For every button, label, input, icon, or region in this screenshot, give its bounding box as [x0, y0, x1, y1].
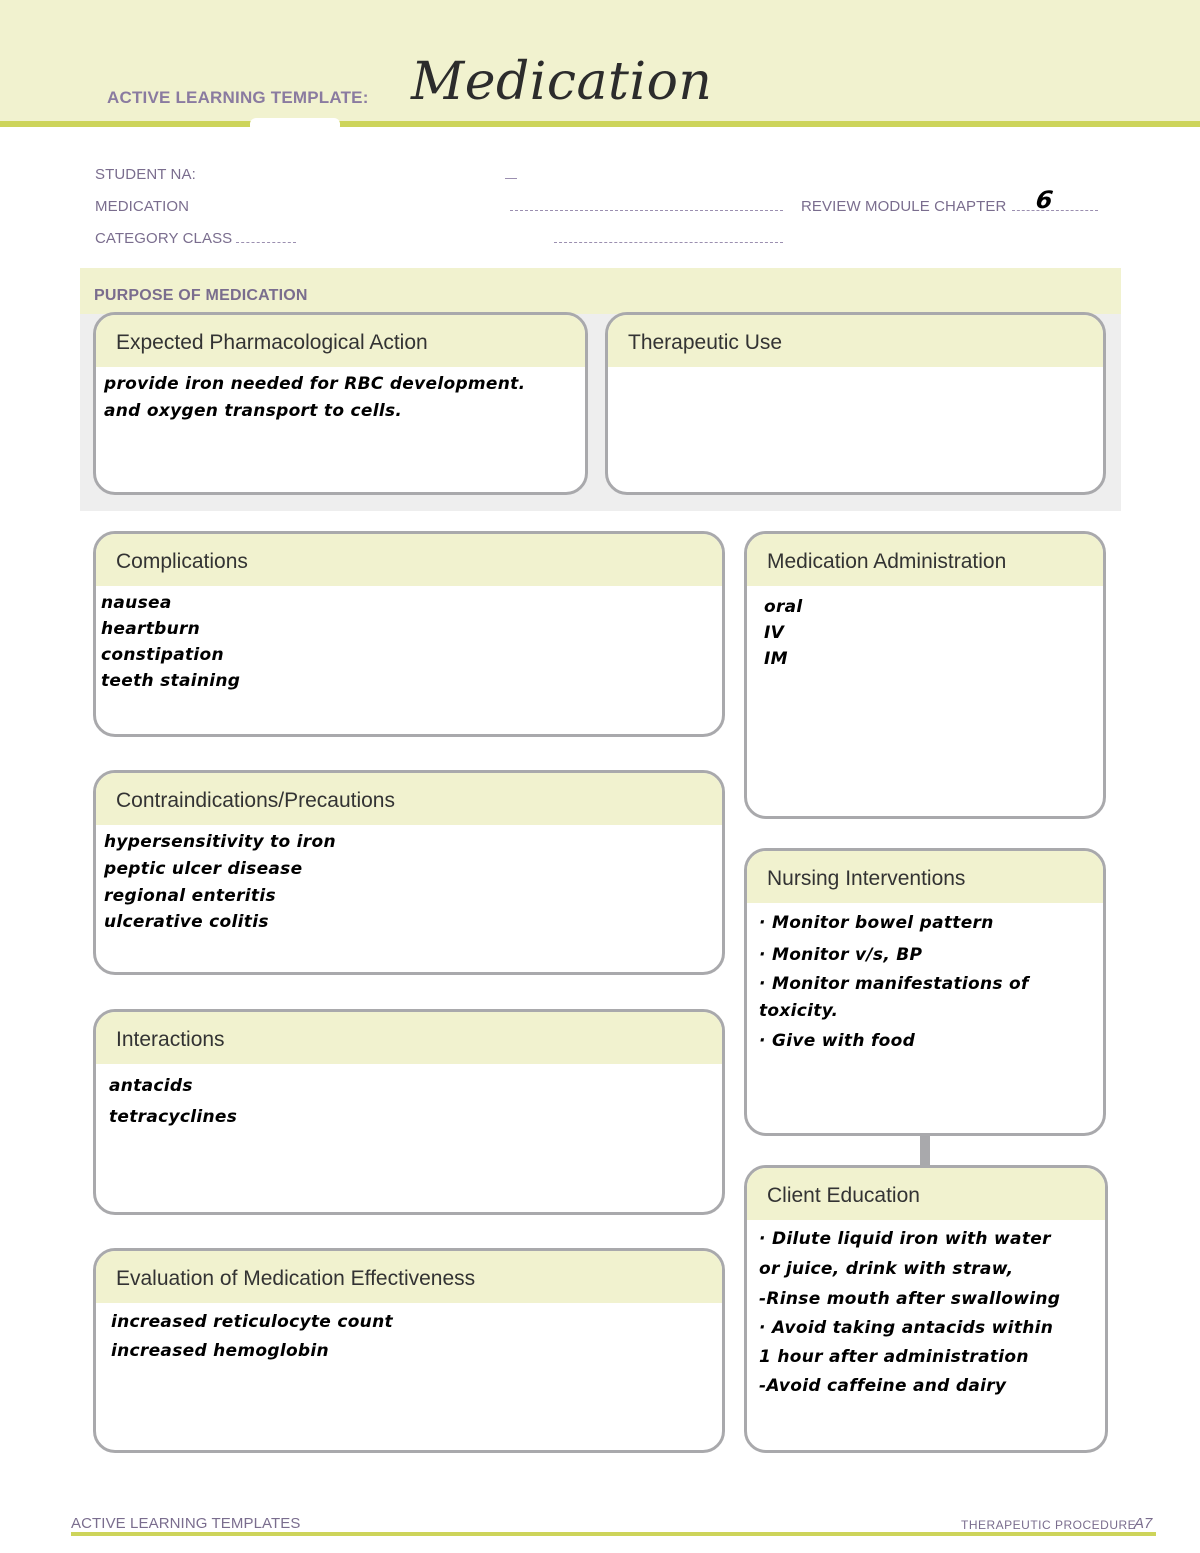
card-body[interactable]: · Dilute liquid iron with water or juice… [747, 1220, 1105, 1401]
medication-line[interactable] [510, 210, 783, 211]
card-body[interactable]: antacids tetracyclines [96, 1064, 722, 1131]
review-module-chapter-line[interactable] [1012, 210, 1098, 211]
card-body[interactable]: · Monitor bowel pattern · Monitor v/s, B… [747, 903, 1103, 1057]
handwritten-line: and oxygen transport to cells. [104, 401, 403, 421]
card-body[interactable]: nausea heartburn constipation teeth stai… [96, 586, 722, 694]
handwritten-line: · Monitor manifestations of [759, 974, 1029, 994]
footer-rule [71, 1532, 1156, 1536]
card-heading: Therapeutic Use [608, 315, 1103, 367]
handwritten-line: tetracyclines [109, 1107, 238, 1127]
handwritten-line: · Give with food [759, 1031, 916, 1051]
card-complications: Complications nausea heartburn constipat… [93, 531, 725, 737]
category-class-label: CATEGORY CLASS [95, 230, 233, 247]
handwritten-line: toxicity. [759, 1001, 839, 1021]
card-heading: Interactions [96, 1012, 722, 1064]
card-heading: Contraindications/Precautions [96, 773, 722, 825]
handwritten-line: ulcerative colitis [104, 912, 269, 932]
handwritten-line: -Avoid caffeine and dairy [759, 1376, 1007, 1396]
handwritten-line: · Monitor bowel pattern [759, 913, 994, 933]
redaction-mark [250, 118, 340, 132]
footer-section: THERAPEUTIC PROCEDURE [961, 1518, 1137, 1532]
header-rule [0, 121, 1200, 127]
handwritten-line: 1 hour after administration [759, 1347, 1029, 1367]
category-class-line-b[interactable] [554, 242, 783, 243]
card-heading: Nursing Interventions [747, 851, 1103, 903]
footer-page-number: A7 [1134, 1515, 1153, 1532]
handwritten-line: · Dilute liquid iron with water [759, 1229, 1051, 1249]
template-label: ACTIVE LEARNING TEMPLATE: [107, 88, 369, 107]
card-body[interactable]: provide iron needed for RBC development.… [96, 367, 585, 425]
card-body[interactable]: increased reticulocyte count increased h… [96, 1303, 722, 1365]
card-therapeutic-use: Therapeutic Use [605, 312, 1106, 495]
review-module-chapter-label: REVIEW MODULE CHAPTER [801, 198, 1007, 215]
card-client-education: Client Education · Dilute liquid iron wi… [744, 1165, 1108, 1453]
handwritten-line: regional enteritis [104, 886, 276, 906]
handwritten-line: heartburn [101, 619, 201, 639]
page-title: Medication [411, 52, 713, 112]
handwritten-line: increased hemoglobin [111, 1341, 329, 1361]
card-heading: Client Education [747, 1168, 1105, 1220]
handwritten-line: -Rinse mouth after swallowing [759, 1289, 1061, 1309]
card-medication-administration: Medication Administration oral IV IM [744, 531, 1106, 819]
card-heading: Complications [96, 534, 722, 586]
handwritten-line: nausea [101, 593, 172, 613]
card-nursing-interventions: Nursing Interventions · Monitor bowel pa… [744, 848, 1106, 1136]
handwritten-line: IM [764, 649, 788, 669]
handwritten-line: · Monitor v/s, BP [759, 945, 923, 965]
student-name-line[interactable] [505, 178, 517, 179]
handwritten-line: constipation [101, 645, 224, 665]
connector-line [920, 1134, 930, 1166]
card-heading: Expected Pharmacological Action [96, 315, 585, 367]
card-contraindications: Contraindications/Precautions hypersensi… [93, 770, 725, 975]
category-class-line-a[interactable] [236, 242, 296, 243]
student-name-label: STUDENT NA: [95, 166, 196, 183]
card-heading: Evaluation of Medication Effectiveness [96, 1251, 722, 1303]
handwritten-line: oral [764, 597, 803, 617]
handwritten-line: hypersensitivity to iron [104, 832, 336, 852]
card-body[interactable]: hypersensitivity to iron peptic ulcer di… [96, 825, 722, 935]
card-body[interactable]: oral IV IM [747, 586, 1103, 672]
handwritten-line: provide iron needed for RBC development. [104, 374, 526, 394]
card-body[interactable] [608, 367, 1103, 371]
card-heading: Medication Administration [747, 534, 1103, 586]
card-expected-action: Expected Pharmacological Action provide … [93, 312, 588, 495]
card-evaluation: Evaluation of Medication Effectiveness i… [93, 1248, 725, 1453]
medication-label: MEDICATION [95, 198, 190, 215]
footer-left: ACTIVE LEARNING TEMPLATES [71, 1515, 301, 1532]
card-interactions: Interactions antacids tetracyclines [93, 1009, 725, 1215]
handwritten-line: peptic ulcer disease [104, 859, 303, 879]
handwritten-line: IV [764, 623, 785, 643]
handwritten-line: · Avoid taking antacids within [759, 1318, 1054, 1338]
handwritten-line: teeth staining [101, 671, 241, 691]
handwritten-line: increased reticulocyte count [111, 1312, 393, 1332]
handwritten-line: antacids [109, 1076, 193, 1096]
purpose-title: PURPOSE OF MEDICATION [94, 287, 308, 304]
handwritten-line: or juice, drink with straw, [759, 1259, 1014, 1279]
